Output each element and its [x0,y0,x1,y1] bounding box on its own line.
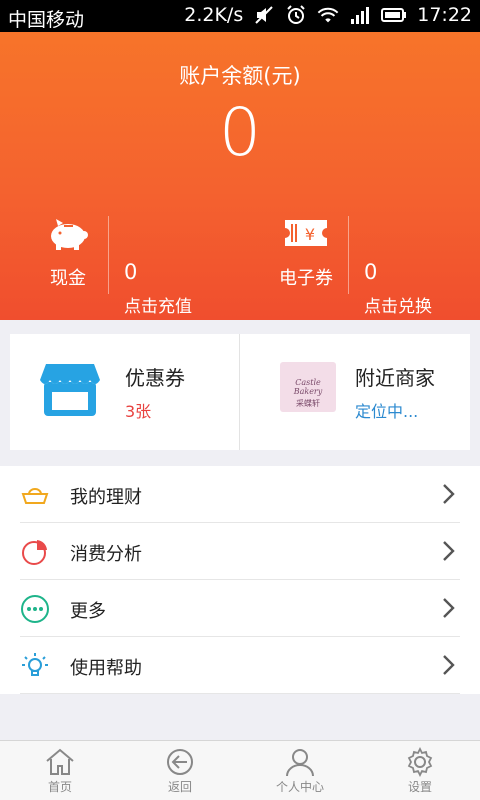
back-arrow-icon [167,749,193,775]
wifi-icon [317,7,339,23]
menu-item-finance[interactable]: 我的理财 [20,466,460,523]
menu-item-help[interactable]: 使用帮助 [20,637,460,694]
nav-profile[interactable]: 个人中心 [240,741,360,800]
account-header: 账户余额(元) 0 现金 0 点击充值 ¥ 电子券 0 点击兑换 [0,32,480,320]
nav-home[interactable]: 首页 [0,741,120,800]
nav-label: 个人中心 [275,780,324,794]
chevron-right-icon [443,484,455,504]
cash-caption: 现金 [50,268,86,289]
redeem-link[interactable]: 点击兑换 [364,292,432,317]
voucher-ticket-icon: ¥ [285,220,327,246]
mute-icon [255,6,273,24]
carrier-label: 中国移动 [8,9,85,31]
nav-back[interactable]: 返回 [120,741,240,800]
menu-label: 消费分析 [70,544,142,565]
lightbulb-icon [22,653,48,676]
piggy-bank-icon [51,219,88,250]
menu-label: 我的理财 [70,487,142,508]
gear-icon [407,747,433,777]
person-icon [286,749,314,777]
bottom-nav: 首页 返回 个人中心 设置 [0,740,480,800]
menu-label: 更多 [70,601,106,622]
more-dots-icon [21,595,49,623]
status-bar: 中国移动 2.2K/s 17:22 [0,0,480,32]
merchant-logo: Castle Bakery 采蝶轩 [280,362,336,412]
chevron-right-icon [443,655,455,675]
cash-button[interactable]: 现金 [8,216,128,296]
nav-settings[interactable]: 设置 [360,741,480,800]
alarm-icon [287,5,305,24]
nearby-merchants-card[interactable]: Castle Bakery 采蝶轩 附近商家 定位中... [240,334,469,450]
nav-label: 首页 [47,780,72,794]
menu-item-more[interactable]: 更多 [20,580,460,637]
locating-status: 定位中... [355,402,419,421]
nearby-title: 附近商家 [355,366,435,390]
nav-label: 设置 [407,780,432,794]
recharge-link[interactable]: 点击充值 [124,292,192,317]
signal-icon [351,7,370,24]
chevron-right-icon [443,598,455,618]
menu-item-consumption-analysis[interactable]: 消费分析 [20,523,460,580]
clock: 17:22 [417,4,472,26]
coupon-count: 3张 [125,402,152,421]
net-speed: 2.2K/s [184,4,244,26]
coupon-card[interactable]: 优惠券 3张 [10,334,239,450]
svg-text:¥: ¥ [305,225,315,244]
coupon-title: 优惠券 [125,366,185,390]
balance-label: 账户余额(元) [179,64,301,88]
cash-value: 0 [124,260,138,284]
divider [108,216,109,294]
divider [348,216,349,294]
gold-ingot-icon [21,488,49,504]
voucher-value: 0 [364,260,378,284]
chevron-right-icon [443,541,455,561]
home-icon [46,748,74,775]
feature-cards: 优惠券 3张 Castle Bakery 采蝶轩 附近商家 定位中... [10,334,470,450]
balance-value: 0 [219,94,261,171]
pie-chart-icon [22,540,47,565]
battery-icon [381,8,407,22]
shop-icon [40,364,100,416]
menu-label: 使用帮助 [70,658,142,679]
menu-list: 我的理财 消费分析 更多 使用帮助 [0,466,480,694]
nav-label: 返回 [167,780,192,794]
